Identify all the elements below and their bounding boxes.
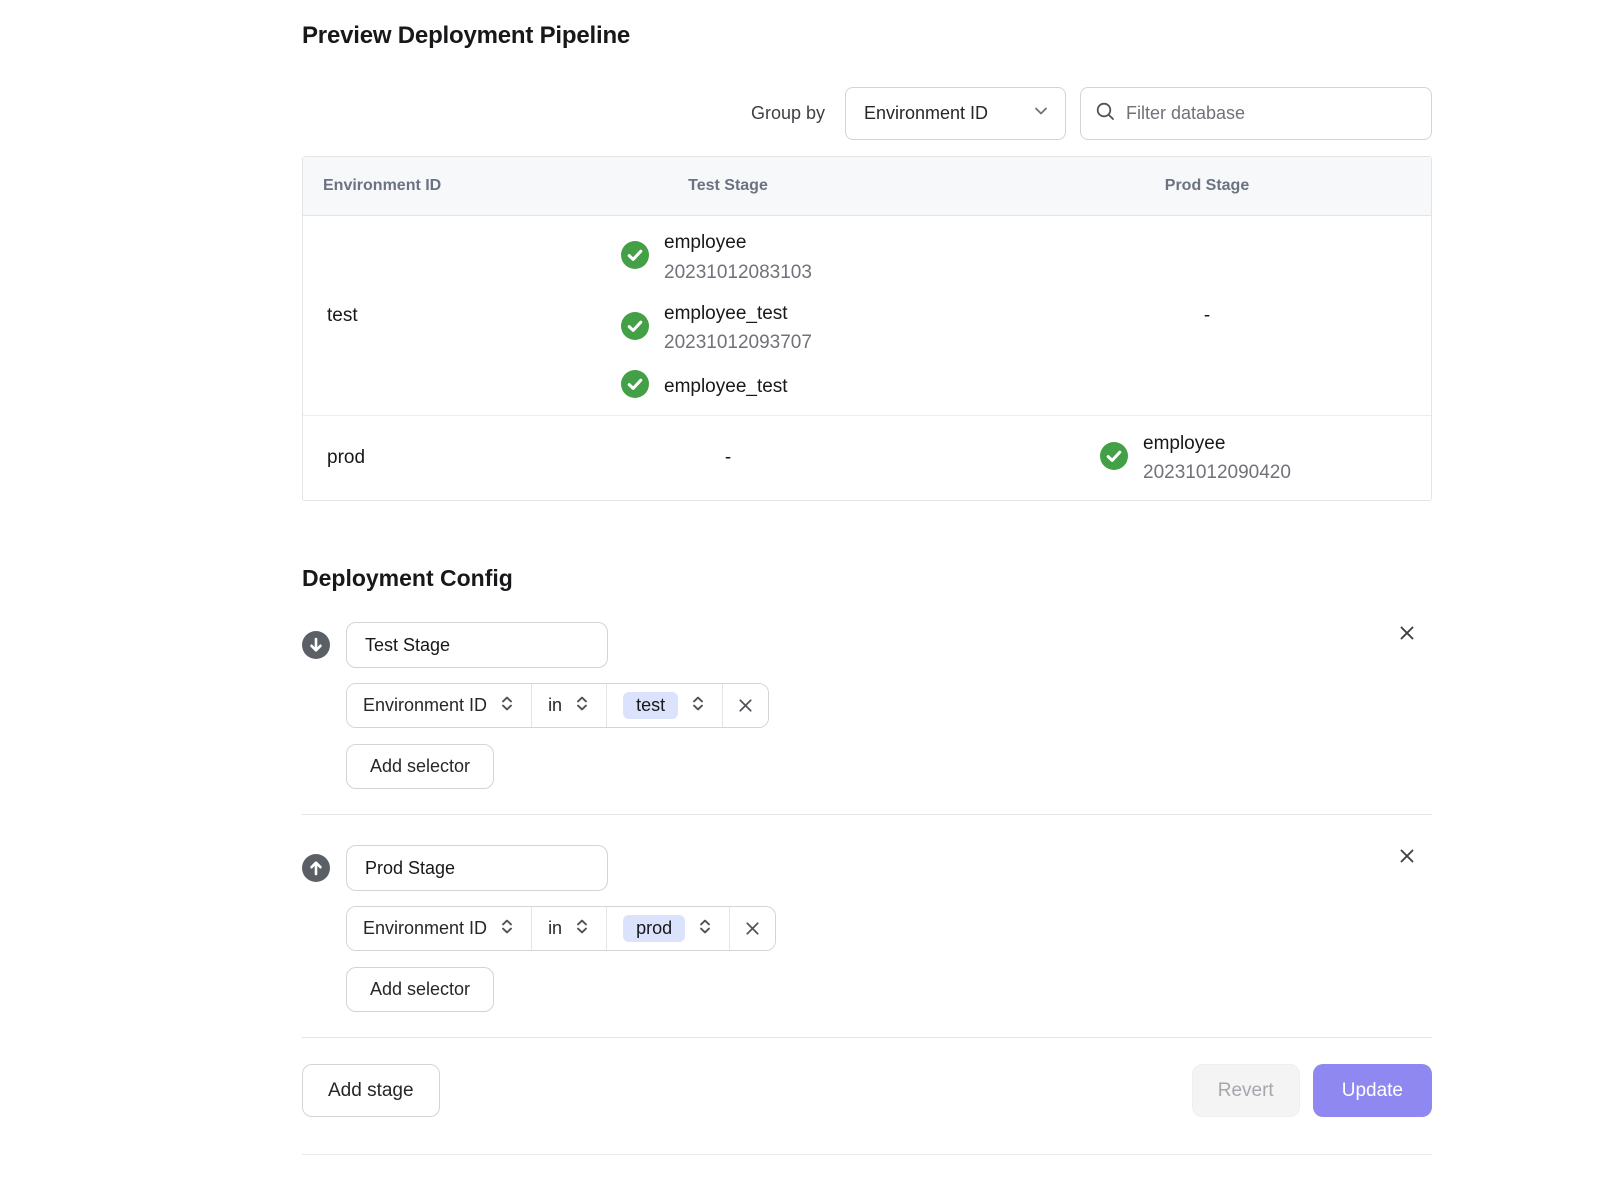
selector-row: Environment ID in test xyxy=(346,683,769,728)
column-header-prod-stage: Prod Stage xyxy=(983,177,1431,195)
unfold-more-icon xyxy=(574,695,590,717)
arrow-down-circle-icon xyxy=(302,631,330,659)
group-by-label: Group by xyxy=(751,103,825,124)
deployment-entry: employee 20231012083103 xyxy=(621,228,835,287)
success-check-icon xyxy=(621,370,649,403)
pipeline-table: Environment ID Test Stage Prod Stage tes… xyxy=(302,156,1432,501)
unfold-more-icon xyxy=(499,918,515,940)
database-name: employee_test xyxy=(664,299,812,328)
column-header-test-stage: Test Stage xyxy=(473,177,983,195)
add-stage-button[interactable]: Add stage xyxy=(302,1064,440,1117)
selector-value-pill: prod xyxy=(623,915,685,942)
deployment-entry: employee 20231012090420 xyxy=(1100,429,1314,488)
selector-key-dropdown[interactable]: Environment ID xyxy=(347,684,532,727)
deployment-entry: employee_test 20231012093707 xyxy=(621,299,835,358)
environment-id-cell: prod xyxy=(303,447,473,469)
selector-key-value: Environment ID xyxy=(363,695,487,716)
stage-name-value: Prod Stage xyxy=(365,858,455,879)
unfold-more-icon xyxy=(697,918,713,940)
success-check-icon xyxy=(621,241,649,274)
test-stage-cell: employee 20231012083103 employee_test 20… xyxy=(473,228,983,403)
group-by-selected-value: Environment ID xyxy=(864,103,988,124)
selector-operator-value: in xyxy=(548,918,562,939)
remove-stage-button[interactable] xyxy=(1396,622,1418,644)
success-check-icon xyxy=(621,312,649,345)
table-header-row: Environment ID Test Stage Prod Stage xyxy=(303,157,1431,216)
remove-selector-button[interactable] xyxy=(723,684,768,727)
table-row-prod: prod - employee 20231012090420 xyxy=(303,416,1431,500)
unfold-more-icon xyxy=(499,695,515,717)
schema-version: 20231012093707 xyxy=(664,328,812,357)
selector-key-value: Environment ID xyxy=(363,918,487,939)
update-button[interactable]: Update xyxy=(1313,1064,1432,1117)
test-stage-empty-cell: - xyxy=(473,447,983,469)
table-row-test: test employee 20231012083103 xyxy=(303,216,1431,416)
schema-version: 20231012083103 xyxy=(664,258,812,287)
database-name: employee_test xyxy=(664,372,788,401)
page-title: Preview Deployment Pipeline xyxy=(302,22,1432,50)
stage-header: Test Stage xyxy=(302,622,1432,668)
revert-button[interactable]: Revert xyxy=(1192,1064,1300,1117)
search-icon xyxy=(1095,101,1116,127)
remove-selector-button[interactable] xyxy=(730,907,775,950)
column-header-environment-id: Environment ID xyxy=(303,177,473,195)
prod-stage-cell: employee 20231012090420 xyxy=(983,429,1431,488)
deployment-entry: employee_test xyxy=(621,370,835,403)
arrow-up-circle-icon xyxy=(302,854,330,882)
environment-id-cell: test xyxy=(303,305,473,327)
stage-config-test: Test Stage Environment ID in xyxy=(302,592,1432,815)
schema-version: 20231012090420 xyxy=(1143,458,1291,487)
deployment-config-heading: Deployment Config xyxy=(302,565,1432,592)
chevron-down-icon xyxy=(1033,103,1049,124)
stage-name-value: Test Stage xyxy=(365,635,450,656)
add-selector-button[interactable]: Add selector xyxy=(346,967,494,1012)
unfold-more-icon xyxy=(690,695,706,717)
remove-stage-button[interactable] xyxy=(1396,845,1418,867)
pipeline-toolbar: Group by Environment ID xyxy=(302,87,1432,140)
selector-row: Environment ID in prod xyxy=(346,906,776,951)
group-by-select[interactable]: Environment ID xyxy=(845,87,1066,140)
stage-config-prod: Prod Stage Environment ID in xyxy=(302,815,1432,1038)
stage-header: Prod Stage xyxy=(302,845,1432,891)
bottom-divider xyxy=(302,1117,1432,1155)
unfold-more-icon xyxy=(574,918,590,940)
selector-value-pill: test xyxy=(623,692,678,719)
add-selector-button[interactable]: Add selector xyxy=(346,744,494,789)
filter-database-input[interactable] xyxy=(1126,103,1417,124)
filter-database-box xyxy=(1080,87,1432,140)
stage-name-input[interactable]: Test Stage xyxy=(346,622,608,668)
database-name: employee xyxy=(664,228,812,257)
selector-operator-value: in xyxy=(548,695,562,716)
selector-value-dropdown[interactable]: test xyxy=(607,684,723,727)
config-footer: Add stage Revert Update xyxy=(302,1064,1432,1117)
selector-value-dropdown[interactable]: prod xyxy=(607,907,730,950)
stage-name-input[interactable]: Prod Stage xyxy=(346,845,608,891)
prod-stage-empty-cell: - xyxy=(983,305,1431,327)
selector-operator-dropdown[interactable]: in xyxy=(532,684,607,727)
selector-operator-dropdown[interactable]: in xyxy=(532,907,607,950)
selector-key-dropdown[interactable]: Environment ID xyxy=(347,907,532,950)
main-content: Preview Deployment Pipeline Group by Env… xyxy=(302,0,1432,1155)
database-name: employee xyxy=(1143,429,1291,458)
success-check-icon xyxy=(1100,442,1128,475)
